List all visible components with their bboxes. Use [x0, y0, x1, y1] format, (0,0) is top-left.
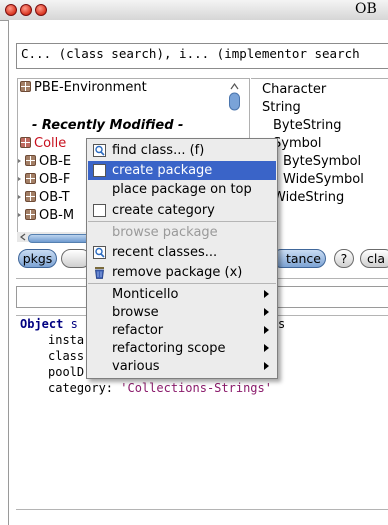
submenu-arrow-icon: [264, 290, 269, 298]
code-line: insta: [48, 333, 85, 347]
menu-item-find-class[interactable]: find class... (f): [88, 141, 276, 160]
menu-item-recent-classes[interactable]: recent classes...: [88, 243, 276, 262]
class-search-input[interactable]: C... (class search), i... (implementor s…: [16, 43, 388, 69]
submenu-arrow-icon: [264, 362, 269, 370]
menu-item-various[interactable]: various: [88, 357, 276, 376]
menu-item-place-package-on-top[interactable]: place package on top: [88, 180, 276, 199]
pkgs-button[interactable]: pkgs: [18, 249, 57, 268]
document-icon: [93, 164, 106, 177]
submenu-arrow-icon: [264, 344, 269, 352]
expand-triangle-icon[interactable]: [18, 193, 21, 201]
scroll-up-arrow-icon: [230, 82, 239, 90]
scroll-thumb: [229, 92, 240, 111]
menu-item-create-package[interactable]: create package: [88, 161, 276, 180]
menu-item-refactoring-scope[interactable]: refactoring scope: [88, 339, 276, 358]
document-icon: [93, 204, 106, 217]
minimize-button[interactable]: [20, 4, 32, 16]
list-item-selected[interactable]: Colle: [20, 135, 66, 153]
menu-item-browse[interactable]: browse: [88, 303, 276, 322]
expand-triangle-icon[interactable]: [18, 157, 21, 165]
list-item[interactable]: OB-M: [18, 207, 74, 225]
list-item[interactable]: Symbol: [273, 135, 321, 153]
list-item[interactable]: OB-F: [18, 171, 70, 189]
menu-item-browse-package[interactable]: browse package: [88, 223, 276, 242]
list-item[interactable]: Character: [262, 81, 326, 99]
window-title-bar[interactable]: OB: [0, 0, 388, 21]
submenu-arrow-icon: [264, 308, 269, 316]
instance-button[interactable]: tance: [272, 249, 326, 268]
menu-item-remove-package[interactable]: remove package (x): [88, 263, 276, 282]
menu-separator: [88, 221, 276, 222]
code-line: Object s: [20, 317, 78, 331]
package-icon: [25, 209, 36, 220]
recently-modified-heading: - Recently Modified -: [32, 118, 184, 133]
list-item[interactable]: String: [262, 99, 301, 117]
window-title: OB: [355, 1, 377, 17]
package-icon: [25, 191, 36, 202]
help-button[interactable]: ?: [334, 249, 354, 268]
code-line: poolD: [48, 365, 85, 379]
menu-separator: [88, 283, 276, 284]
list-item[interactable]: WideSymbol: [283, 171, 364, 189]
package-icon: [20, 81, 31, 92]
menu-item-monticello[interactable]: Monticello: [88, 285, 276, 304]
package-icon: [20, 137, 31, 148]
list-item[interactable]: ByteString: [273, 117, 342, 135]
divider: [16, 509, 388, 510]
menu-item-refactor[interactable]: refactor: [88, 321, 276, 340]
trash-icon: [95, 267, 104, 279]
expand-triangle-icon[interactable]: [18, 175, 21, 183]
package-icon: [25, 173, 36, 184]
list-item[interactable]: WideString: [273, 189, 344, 207]
code-line: category: 'Collections-Strings': [48, 381, 272, 395]
list-item[interactable]: ByteSymbol: [283, 153, 361, 171]
list-item[interactable]: OB-T: [18, 189, 70, 207]
magnifier-icon: [93, 246, 106, 259]
close-button[interactable]: [5, 4, 17, 16]
code-line: class: [48, 349, 85, 363]
package-icon: [25, 155, 36, 166]
package-context-menu: find class... (f) create package place p…: [86, 138, 278, 379]
code-line-fragment: s: [278, 317, 286, 331]
search-placeholder: C... (class search), i... (implementor s…: [21, 46, 360, 61]
list-item[interactable]: PBE-Environment: [20, 79, 147, 97]
class-button[interactable]: cla: [360, 249, 388, 268]
zoom-button[interactable]: [35, 4, 47, 16]
magnifier-icon: [93, 144, 106, 157]
expand-triangle-icon[interactable]: [18, 211, 21, 219]
menu-item-create-category[interactable]: create category: [88, 201, 276, 220]
scroll-left-arrow-icon[interactable]: [19, 233, 27, 241]
submenu-arrow-icon: [264, 326, 269, 334]
list-item[interactable]: OB-E: [18, 153, 71, 171]
